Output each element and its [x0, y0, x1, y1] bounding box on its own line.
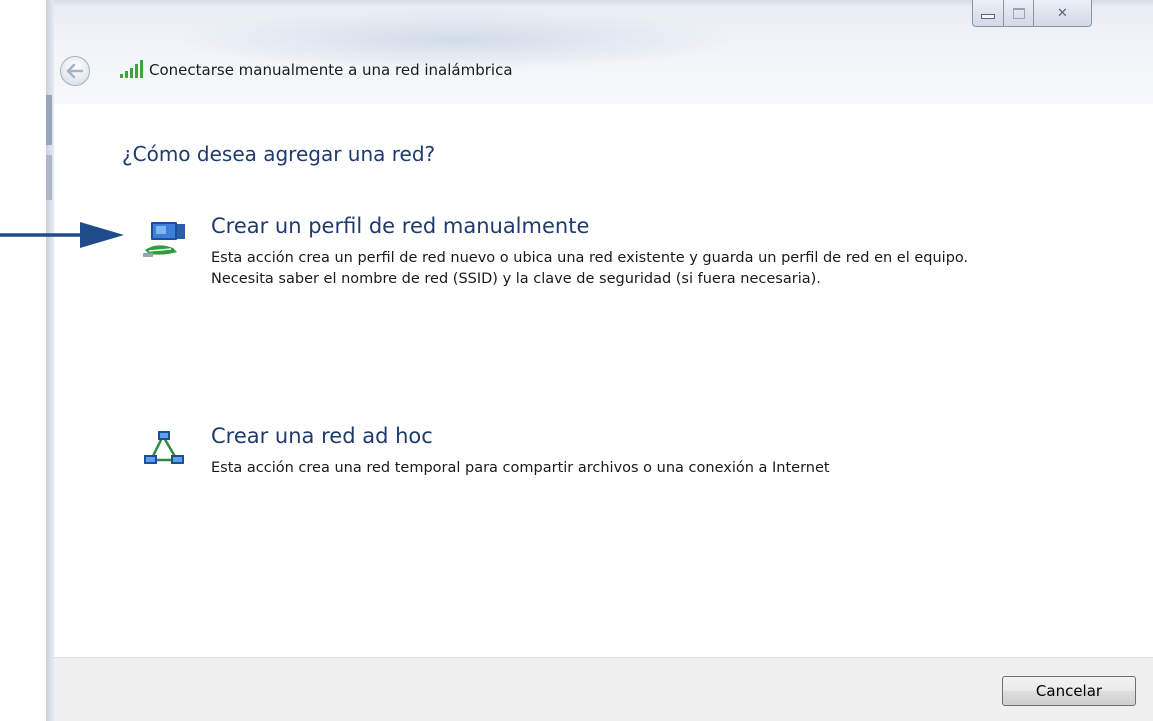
- window-left-border: [46, 0, 54, 721]
- border-shadow: [46, 95, 52, 145]
- close-button[interactable]: ✕: [1034, 0, 1092, 27]
- maximize-button[interactable]: [1004, 0, 1034, 27]
- back-button[interactable]: [60, 56, 90, 86]
- maximize-icon: [1012, 7, 1025, 19]
- option-title: Crear una red ad hoc: [211, 424, 433, 448]
- main-content: ¿Cómo desea agregar una red? Crear un pe…: [54, 104, 1153, 657]
- window-title: Conectarse manualmente a una red inalámb…: [149, 61, 513, 79]
- minimize-button[interactable]: [972, 0, 1004, 27]
- wireless-signal-icon: [120, 60, 143, 78]
- option-create-manual-profile[interactable]: Crear un perfil de red manualmente Esta …: [143, 214, 1043, 324]
- cancel-button[interactable]: Cancelar: [1002, 676, 1136, 706]
- network-computer-icon: [143, 222, 185, 257]
- option-create-adhoc-network[interactable]: Crear una red ad hoc Esta acción crea un…: [143, 424, 1043, 514]
- option-description: Esta acción crea una red temporal para c…: [211, 460, 830, 476]
- pointer-arrow-icon: [0, 222, 124, 248]
- dialog-window: ✕ Conectarse manualmente a una red inalá…: [46, 0, 1153, 721]
- close-icon: ✕: [1057, 5, 1068, 21]
- minimize-icon: [981, 13, 995, 19]
- page-title: ¿Cómo desea agregar una red?: [122, 142, 436, 166]
- dialog-footer: Cancelar: [54, 657, 1153, 721]
- adhoc-network-icon: [144, 431, 184, 464]
- border-shadow: [46, 155, 52, 200]
- title-bar: ✕ Conectarse manualmente a una red inalá…: [46, 0, 1153, 104]
- back-arrow-icon: [66, 63, 84, 79]
- option-description: Esta acción crea un perfil de red nuevo …: [211, 250, 969, 287]
- option-title: Crear un perfil de red manualmente: [211, 214, 590, 238]
- window-controls: ✕: [972, 0, 1092, 28]
